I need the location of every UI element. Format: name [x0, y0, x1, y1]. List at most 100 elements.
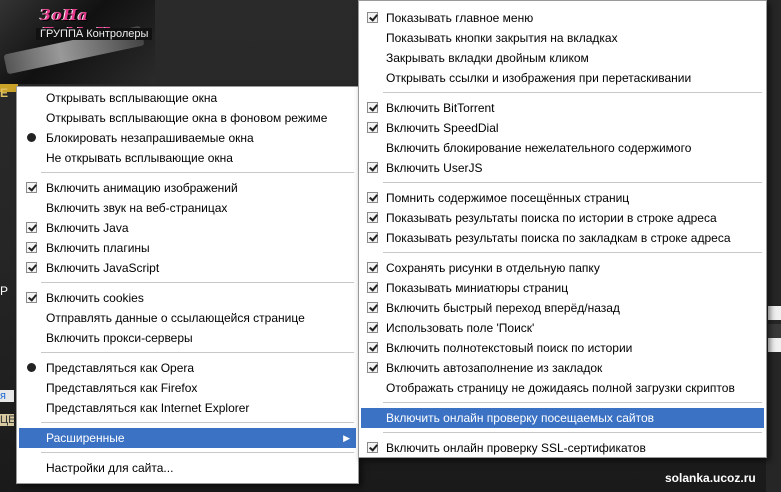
menu-item-label: Показывать результаты поиска по закладка…: [386, 231, 731, 245]
menu-item-label: Открывать ссылки и изображения при перет…: [386, 71, 692, 85]
menu-item-label: Включить быстрый переход вперёд/назад: [386, 301, 620, 315]
background-fragment: я: [0, 390, 14, 402]
menu-separator: [41, 282, 354, 283]
menu-item[interactable]: Показывать главное меню: [361, 8, 764, 28]
menu-item[interactable]: Включить онлайн проверку посещаемых сайт…: [361, 408, 764, 428]
menu-item-label: Открывать всплывающие окна: [46, 91, 218, 105]
checkbox-checked-icon: [26, 262, 37, 273]
menu-item[interactable]: Включить JavaScript: [19, 258, 356, 278]
menu-item[interactable]: Отображать страницу не дожидаясь полной …: [361, 378, 764, 398]
menu-item[interactable]: Расширенные ▶: [19, 428, 356, 448]
menu-item[interactable]: Показывать результаты поиска по закладка…: [361, 228, 764, 248]
site-banner: ЗоНа ЛиМиН ГРУППА Контролеры: [0, 0, 155, 84]
menu-item[interactable]: Показывать результаты поиска по истории …: [361, 208, 764, 228]
background-text-left-2: Р: [0, 284, 9, 298]
banner-subtitle: ГРУППА Контролеры: [36, 28, 153, 40]
menu-item[interactable]: Представляться как Opera: [19, 358, 356, 378]
menu-item-label: Включить JavaScript: [46, 261, 160, 275]
menu-item[interactable]: Включить автозаполнение из закладок: [361, 358, 764, 378]
menu-item[interactable]: Представляться как Firefox: [19, 378, 356, 398]
menu-separator: [41, 172, 354, 173]
menu-separator: [383, 402, 762, 403]
background-right-control: [768, 306, 781, 320]
menu-item[interactable]: Включить UserJS: [361, 158, 764, 178]
submenu-arrow-icon: ▶: [343, 433, 350, 443]
checkbox-checked-icon: [26, 242, 37, 253]
checkbox-checked-icon: [26, 182, 37, 193]
menu-item-label: Включить онлайн проверку SSL-сертификато…: [386, 441, 646, 455]
menu-item-label: Включить полнотекстовый поиск по истории: [386, 341, 633, 355]
menu-item-label: Включить UserJS: [386, 161, 483, 175]
menu-item[interactable]: Включить полнотекстовый поиск по истории: [361, 338, 764, 358]
menu-item-label: Включить прокси-серверы: [46, 331, 193, 345]
checkbox-checked-icon: [367, 362, 378, 373]
background-right-control: [768, 338, 781, 352]
menu-item[interactable]: Отправлять данные о ссылающейся странице: [19, 308, 356, 328]
menu-item-label: Настройки для сайта...: [46, 461, 174, 475]
menu-item[interactable]: Включить плагины: [19, 238, 356, 258]
menu-item[interactable]: Закрывать вкладки двойным кликом: [361, 48, 764, 68]
radio-selected-icon: [27, 133, 36, 142]
menu-item[interactable]: Помнить содержимое посещённых страниц: [361, 188, 764, 208]
background-left-fragments: я ЦЕ: [0, 380, 16, 440]
menu-item-label: Показывать главное меню: [386, 11, 534, 25]
menu-item[interactable]: Включить BitTorrent: [361, 98, 764, 118]
watermark-text: solanka.ucoz.ru: [665, 471, 756, 485]
menu-separator: [383, 252, 762, 253]
menu-item[interactable]: Включить cookies: [19, 288, 356, 308]
background-text-left: Е: [0, 86, 9, 100]
menu-item-label: Включить BitTorrent: [386, 101, 495, 115]
checkbox-checked-icon: [367, 322, 378, 333]
menu-item[interactable]: Открывать всплывающие окна: [19, 88, 356, 108]
menu-item[interactable]: Включить быстрый переход вперёд/назад: [361, 298, 764, 318]
menu-item-label: Включить SpeedDial: [386, 121, 499, 135]
checkbox-checked-icon: [367, 162, 378, 173]
checkbox-checked-icon: [26, 222, 37, 233]
checkbox-checked-icon: [367, 232, 378, 243]
menu-item-label: Показывать кнопки закрытия на вкладках: [386, 31, 618, 45]
menu-item[interactable]: Включить прокси-серверы: [19, 328, 356, 348]
menu-item-label: Включить cookies: [46, 291, 144, 305]
menu-item-label: Включить звук на веб-страницах: [46, 201, 228, 215]
menu-item[interactable]: Открывать всплывающие окна в фоновом реж…: [19, 108, 356, 128]
menu-item[interactable]: Включить Java: [19, 218, 356, 238]
menu-separator: [41, 352, 354, 353]
menu-separator: [41, 452, 354, 453]
menu-item-label: Показывать миниатюры страниц: [386, 281, 569, 295]
checkbox-checked-icon: [367, 342, 378, 353]
menu-item[interactable]: Включить блокирование нежелательного сод…: [361, 138, 764, 158]
menu-item[interactable]: Включить онлайн проверку SSL-сертификато…: [361, 438, 764, 458]
radio-selected-icon: [27, 363, 36, 372]
menu-item-label: Представляться как Internet Explorer: [46, 401, 250, 415]
menu-item[interactable]: Открывать ссылки и изображения при перет…: [361, 68, 764, 88]
menu-separator: [41, 422, 354, 423]
menu-item[interactable]: Показывать кнопки закрытия на вкладках: [361, 28, 764, 48]
menu-item[interactable]: Включить SpeedDial: [361, 118, 764, 138]
checkbox-checked-icon: [367, 282, 378, 293]
menu-item[interactable]: Показывать миниатюры страниц: [361, 278, 764, 298]
checkbox-checked-icon: [367, 212, 378, 223]
menu-item[interactable]: Сохранять рисунки в отдельную папку: [361, 258, 764, 278]
menu-item-label: Сохранять рисунки в отдельную папку: [386, 261, 600, 275]
menu-item-label: Использовать поле 'Поиск': [386, 321, 535, 335]
menu-item[interactable]: Блокировать незапрашиваемые окна: [19, 128, 356, 148]
menu-item-label: Закрывать вкладки двойным кликом: [386, 51, 589, 65]
menu-item-label: Включить блокирование нежелательного сод…: [386, 141, 692, 155]
menu-item[interactable]: Включить звук на веб-страницах: [19, 198, 356, 218]
menu-item[interactable]: Включить анимацию изображений: [19, 178, 356, 198]
menu-item-label: Блокировать незапрашиваемые окна: [46, 131, 254, 145]
menu-item[interactable]: Представляться как Internet Explorer: [19, 398, 356, 418]
menu-item-label: Включить анимацию изображений: [46, 181, 238, 195]
menu-item-label: Не открывать всплывающие окна: [46, 151, 233, 165]
menu-item-label: Показывать результаты поиска по истории …: [386, 211, 717, 225]
checkbox-checked-icon: [367, 12, 378, 23]
checkbox-checked-icon: [26, 292, 37, 303]
menu-item[interactable]: Использовать поле 'Поиск': [361, 318, 764, 338]
menu-item[interactable]: Не открывать всплывающие окна: [19, 148, 356, 168]
menu-item-label: Включить онлайн проверку посещаемых сайт…: [386, 411, 655, 425]
menu-separator: [383, 92, 762, 93]
menu-item[interactable]: Настройки для сайта...: [19, 458, 356, 478]
menu-separator: [383, 432, 762, 433]
background-right-strip: [766, 0, 781, 492]
checkbox-checked-icon: [367, 122, 378, 133]
